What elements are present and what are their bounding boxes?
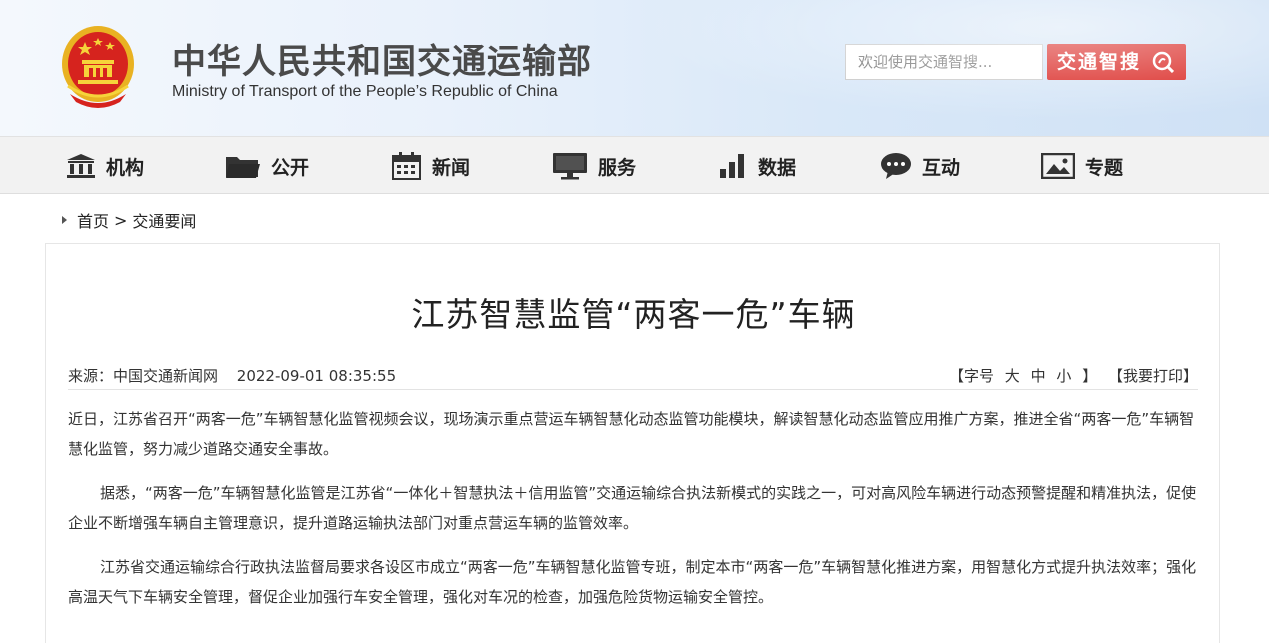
nav-label-service: 服务 — [598, 156, 637, 179]
national-emblem-icon[interactable] — [60, 24, 136, 108]
breadcrumb-home-link[interactable]: 首页 — [77, 208, 109, 232]
nav-item-public[interactable]: 公开 — [225, 137, 309, 195]
nav-item-interact[interactable]: 互动 — [880, 137, 960, 195]
article-paragraph: 江苏省交通运输综合行政执法监督局要求各设区市成立“两客一危”车辆智慧化监管专班，… — [68, 558, 1197, 606]
font-size-medium-button[interactable]: 中 — [1031, 367, 1046, 385]
search-icon — [1152, 51, 1174, 73]
nav-item-data[interactable]: 数据 — [718, 137, 796, 195]
article-paragraph: 据悉，“两客一危”车辆智慧化监管是江苏省“一体化＋智慧执法＋信用监管”交通运输综… — [68, 484, 1197, 532]
article-meta: 来源：中国交通新闻网 2022-09-01 08:35:55 【字号 大 中 小… — [68, 360, 1198, 390]
nav-item-news[interactable]: 新闻 — [392, 137, 470, 195]
article-container: 江苏智慧监管“两客一危”车辆 来源：中国交通新闻网 2022-09-01 08:… — [45, 243, 1220, 643]
font-size-label: 【字号 — [949, 367, 995, 385]
font-size-close: 】 — [1082, 367, 1098, 385]
monitor-icon — [553, 153, 587, 180]
article-datetime: 2022-09-01 08:35:55 — [236, 367, 397, 385]
nav-item-institution[interactable]: 机构 — [66, 137, 144, 195]
search-button[interactable]: 交通智搜 — [1047, 44, 1186, 80]
article-source: 来源：中国交通新闻网 — [68, 367, 219, 385]
search-button-label: 交通智搜 — [1057, 51, 1142, 73]
font-size-small-button[interactable]: 小 — [1056, 367, 1071, 385]
nav-label-interact: 互动 — [922, 156, 961, 179]
nav-label-topics: 专题 — [1085, 156, 1124, 179]
site-title-cn[interactable]: 中华人民共和国交通运输部 — [172, 34, 592, 83]
breadcrumb-arrow-icon — [62, 216, 67, 224]
nav-item-topics[interactable]: 专题 — [1041, 137, 1123, 195]
search-input[interactable]: 欢迎使用交通智搜... — [845, 44, 1043, 80]
nav-label-public: 公开 — [271, 156, 310, 179]
breadcrumb-separator: > — [114, 210, 128, 230]
bar-chart-icon — [720, 154, 744, 178]
article-title: 江苏智慧监管“两客一危”车辆 — [411, 295, 856, 334]
breadcrumb: 首页 > 交通要闻 — [62, 208, 196, 232]
institution-icon — [67, 154, 95, 178]
article-paragraph: 近日，江苏省召开“两客一危”车辆智慧化监管视频会议，现场演示重点营运车辆智慧化动… — [68, 410, 1195, 458]
nav-item-service[interactable]: 服务 — [552, 137, 636, 195]
site-header: 中华人民共和国交通运输部 Ministry of Transport of th… — [0, 0, 1269, 136]
image-icon — [1041, 153, 1075, 179]
font-size-large-button[interactable]: 大 — [1005, 367, 1020, 385]
nav-label-data: 数据 — [758, 156, 797, 179]
breadcrumb-current-link[interactable]: 交通要闻 — [132, 208, 196, 232]
main-nav: 机构 公开 新闻 服务 数据 互动 专题 — [0, 136, 1269, 194]
nav-label-institution: 机构 — [106, 156, 145, 179]
chat-icon — [881, 153, 911, 179]
folder-icon — [226, 157, 260, 178]
article-body: 近日，江苏省召开“两客一危”车辆智慧化监管视频会议，现场演示重点营运车辆智慧化动… — [68, 404, 1198, 626]
calendar-icon — [392, 152, 421, 180]
nav-label-news: 新闻 — [432, 156, 471, 179]
site-title-en[interactable]: Ministry of Transport of the People’s Re… — [172, 83, 558, 101]
print-button[interactable]: 【我要打印】 — [1108, 367, 1198, 385]
